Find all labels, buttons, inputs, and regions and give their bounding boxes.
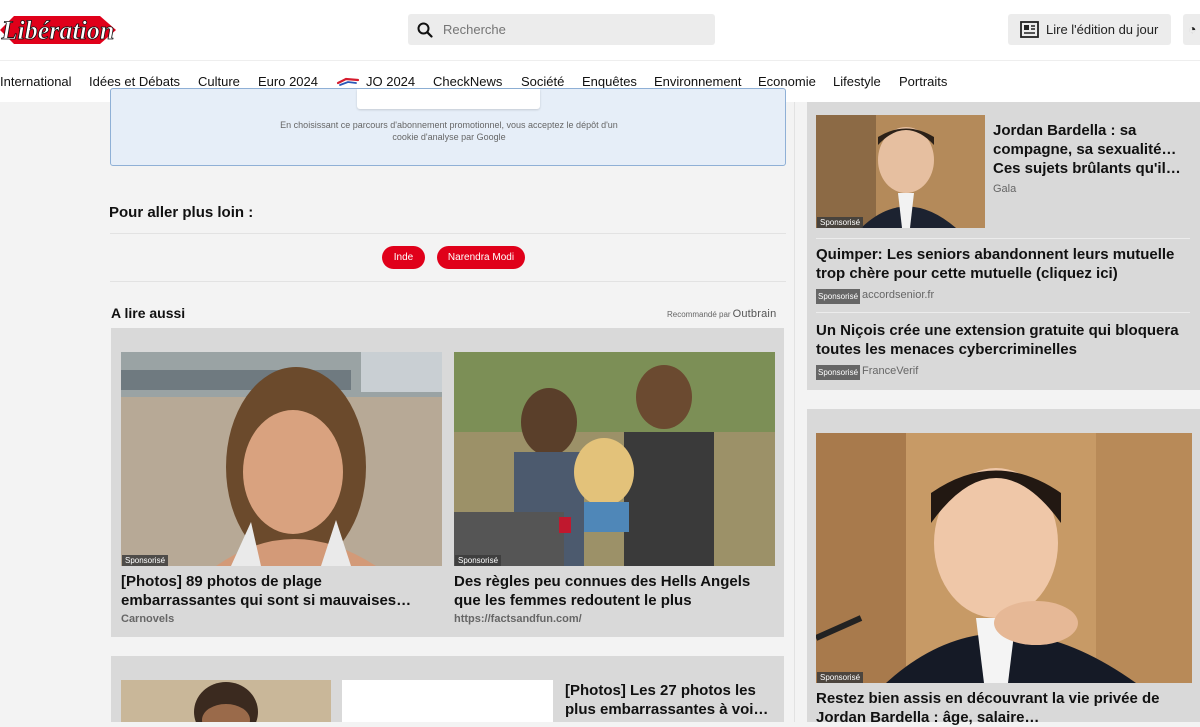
- search-input[interactable]: [443, 22, 683, 37]
- hells-angels-photo[interactable]: Sponsorisé: [454, 352, 775, 566]
- bardella-thumb-photo[interactable]: Sponsorisé: [816, 115, 985, 228]
- tag-inde[interactable]: Inde: [382, 246, 425, 269]
- nav-item-portraits[interactable]: Portraits: [899, 74, 947, 89]
- bardella-large-photo[interactable]: Sponsorisé: [816, 433, 1192, 683]
- outbrain-logo: Outbrain: [732, 308, 777, 320]
- promo-disclaimer-line1: En choisissant ce parcours d'abonnement …: [280, 120, 618, 130]
- blank-ad-slot: [342, 680, 553, 722]
- nav-item-euro[interactable]: Euro 2024: [258, 74, 318, 89]
- man-photo[interactable]: [121, 680, 331, 722]
- card-title-line: [Photos] Les 27 photos les: [565, 682, 756, 699]
- title-line: trop chère pour cette mutuelle (cliquez …: [816, 265, 1118, 282]
- search-box[interactable]: [408, 14, 715, 45]
- also-read-title: A lire aussi: [111, 305, 186, 321]
- card-title[interactable]: [Photos] Les 27 photos les plus embarras…: [565, 681, 780, 719]
- tag-narendra-modi[interactable]: Narendra Modi: [437, 246, 525, 269]
- right-item-title[interactable]: Restez bien assis en découvrant la vie p…: [816, 689, 1200, 727]
- divider: [110, 233, 786, 234]
- card-source: https://factsandfun.com/: [454, 613, 582, 625]
- subscription-promo: En choisissant ce parcours d'abonnement …: [110, 88, 786, 166]
- sponsored-badge: Sponsorisé: [122, 555, 169, 566]
- recommended-label: Recommandé par: [667, 309, 731, 319]
- right-item-title[interactable]: Jordan Bardella : sa compagne, sa sexual…: [993, 121, 1198, 178]
- beach-photo[interactable]: Sponsorisé: [121, 352, 442, 566]
- card-title-line: Des règles peu connues des Hells Angels: [454, 573, 751, 590]
- title-line: Quimper: Les seniors abandonnent leurs m…: [816, 246, 1175, 263]
- right-item-title[interactable]: Quimper: Les seniors abandonnent leurs m…: [816, 245, 1200, 283]
- subscribe-button[interactable]: [357, 89, 540, 109]
- nav-item-culture[interactable]: Culture: [198, 74, 240, 89]
- right-item-source: FranceVerif: [862, 365, 919, 377]
- nav-item-jo[interactable]: JO 2024: [366, 74, 415, 89]
- promo-disclaimer-line2: cookie d'analyse par Google: [392, 132, 506, 142]
- sponsored-badge: Sponsorisé: [816, 289, 861, 304]
- promo-disclaimer: En choisissant ce parcours d'abonnement …: [111, 119, 787, 143]
- site-header: Libération Lire l'édition du jour ◔: [0, 0, 1200, 60]
- divider: [110, 281, 786, 282]
- title-line: Ces sujets brûlants qu'il…: [993, 160, 1181, 177]
- title-line: Jordan Bardella : sa: [993, 122, 1137, 139]
- svg-text:Libération: Libération: [1, 16, 115, 45]
- nav-item-idees[interactable]: Idées et Débats: [89, 74, 180, 89]
- divider: [816, 312, 1190, 313]
- card-title-line: embarrassantes qui sont si mauvaises…: [121, 592, 412, 609]
- read-edition-label: Lire l'édition du jour: [1046, 22, 1159, 37]
- card-title[interactable]: [Photos] 89 photos de plage embarrassant…: [121, 572, 451, 610]
- sponsored-badge: Sponsorisé: [816, 365, 861, 380]
- sponsored-badge: Sponsorisé: [455, 555, 502, 566]
- recommended-by[interactable]: Recommandé par Outbrain: [667, 308, 776, 320]
- liberation-logo[interactable]: Libération: [0, 6, 116, 54]
- nav-item-enquetes[interactable]: Enquêtes: [582, 74, 637, 89]
- search-icon: [417, 22, 433, 38]
- nav-item-international[interactable]: International: [0, 74, 72, 89]
- account-icon[interactable]: ◔: [1183, 14, 1200, 45]
- nav-item-economie[interactable]: Economie: [758, 74, 816, 89]
- title-line: Un Niçois crée une extension gratuite qu…: [816, 322, 1179, 339]
- right-item-title[interactable]: Un Niçois crée une extension gratuite qu…: [816, 321, 1200, 359]
- card-title-line: plus embarrassantes à voi…: [565, 701, 769, 718]
- card-title[interactable]: Des règles peu connues des Hells Angels …: [454, 572, 784, 610]
- nav-item-checknews[interactable]: CheckNews: [433, 74, 502, 89]
- olympic-arrow-icon: [336, 77, 360, 86]
- sponsored-badge: Sponsorisé: [817, 217, 864, 228]
- nav-item-societe[interactable]: Société: [521, 74, 564, 89]
- further-reading-title: Pour aller plus loin :: [109, 204, 254, 221]
- title-line: Restez bien assis en découvrant la vie p…: [816, 690, 1160, 707]
- divider: [816, 238, 1190, 239]
- card-title-line: [Photos] 89 photos de plage: [121, 573, 322, 590]
- newspaper-icon: [1020, 21, 1039, 38]
- right-item-source: accordsenior.fr: [862, 289, 935, 301]
- nav-item-environnement[interactable]: Environnement: [654, 74, 741, 89]
- card-title-line: que les femmes redoutent le plus: [454, 592, 692, 609]
- read-edition-button[interactable]: Lire l'édition du jour: [1008, 14, 1171, 45]
- card-source: Carnovels: [121, 613, 175, 625]
- title-line: toutes les menaces cybercriminelles: [816, 341, 1077, 358]
- nav-item-lifestyle[interactable]: Lifestyle: [833, 74, 881, 89]
- column-divider: [794, 102, 795, 722]
- sponsored-badge: Sponsorisé: [817, 672, 864, 683]
- title-line: Jordan Bardella : âge, salaire…: [816, 709, 1040, 726]
- title-line: compagne, sa sexualité…: [993, 141, 1177, 158]
- right-item-source: Gala: [993, 183, 1017, 195]
